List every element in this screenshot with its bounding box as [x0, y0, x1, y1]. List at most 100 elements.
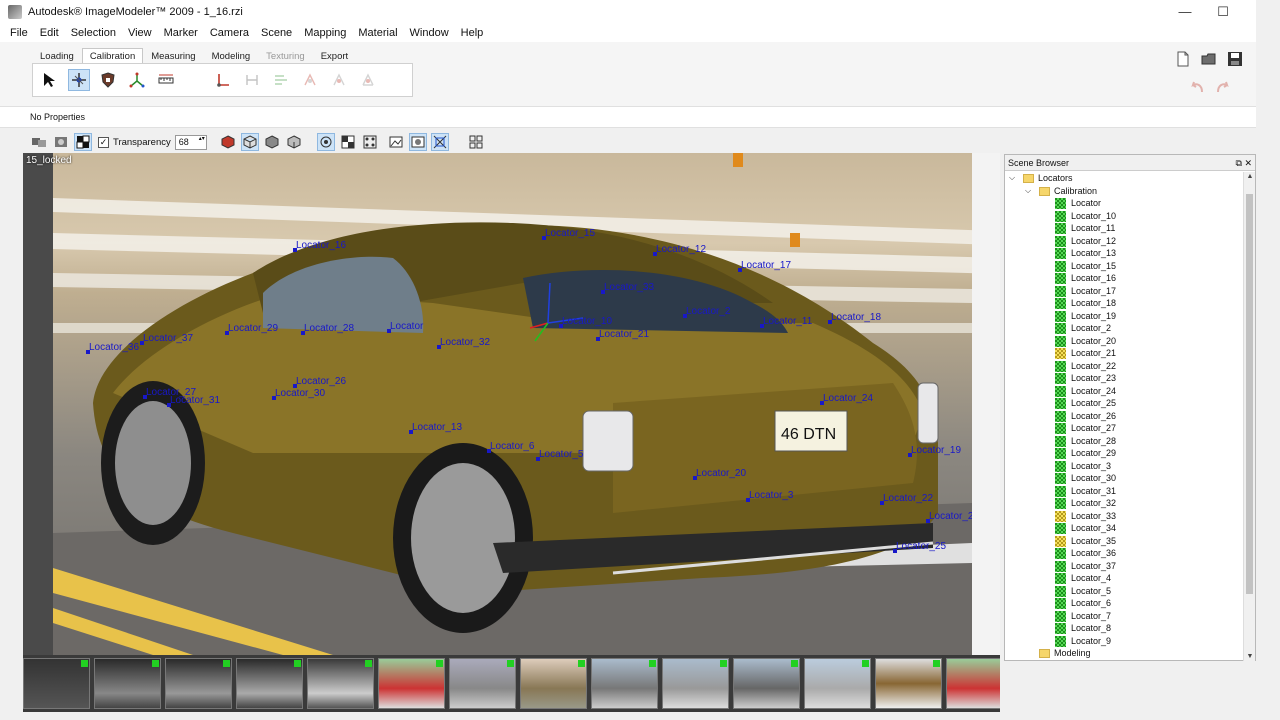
- origin-tool-icon[interactable]: [212, 69, 234, 91]
- tree-item-locator[interactable]: Locator_9: [1005, 635, 1243, 648]
- tree-item-locator[interactable]: Locator_8: [1005, 622, 1243, 635]
- tree-item-locator[interactable]: Locator_20: [1005, 335, 1243, 348]
- tree-item-locator[interactable]: Locator_18: [1005, 297, 1243, 310]
- locator-28-marker[interactable]: Locator_28: [300, 323, 354, 335]
- close-panel-icon[interactable]: ✕: [1244, 158, 1252, 168]
- locator-5-marker[interactable]: Locator_5: [535, 449, 583, 461]
- locator-21-marker[interactable]: Locator_21: [595, 329, 649, 341]
- scene-browser-scrollbar[interactable]: ▲ ▼: [1243, 172, 1255, 661]
- tree-item-locator[interactable]: Locator_15: [1005, 260, 1243, 273]
- menu-selection[interactable]: Selection: [65, 27, 122, 39]
- wireframe-view-icon[interactable]: [240, 133, 259, 151]
- filmstrip-thumb[interactable]: [733, 658, 800, 709]
- tree-item-locator[interactable]: Locator: [1005, 197, 1243, 210]
- filmstrip-thumb[interactable]: [804, 658, 871, 709]
- tree-item-locator[interactable]: Locator_16: [1005, 272, 1243, 285]
- tree-item-locator[interactable]: Locator_36: [1005, 547, 1243, 560]
- scroll-thumb[interactable]: [1246, 194, 1253, 594]
- locator-20-marker[interactable]: Locator_20: [692, 468, 746, 480]
- transparency-checkbox[interactable]: ✓: [98, 136, 109, 148]
- tree-item-locator[interactable]: Locator_28: [1005, 435, 1243, 448]
- locator-31-marker[interactable]: Locator_31: [166, 395, 220, 407]
- tree-item-locator[interactable]: Locator_2: [1005, 322, 1243, 335]
- locator-16-marker[interactable]: Locator_16: [292, 240, 346, 252]
- locator-display-icon[interactable]: [316, 133, 335, 151]
- filmstrip-thumb[interactable]: [94, 658, 161, 709]
- locator-17-marker[interactable]: Locator_17: [737, 260, 791, 272]
- locator-marker[interactable]: Locator: [386, 321, 423, 333]
- menu-material[interactable]: Material: [352, 27, 403, 39]
- tab-measuring[interactable]: Measuring: [143, 48, 203, 64]
- tree-item-locator[interactable]: Locator_3: [1005, 460, 1243, 473]
- tree-item-locator[interactable]: Locator_21: [1005, 347, 1243, 360]
- chevron-down-icon[interactable]: ⌵: [1025, 185, 1031, 198]
- scroll-up-icon[interactable]: ▲: [1244, 173, 1256, 180]
- tree-item-locator[interactable]: Locator_7: [1005, 610, 1243, 623]
- shaded-view-icon[interactable]: [219, 133, 237, 151]
- constraint-a-icon[interactable]: [299, 69, 321, 91]
- tree-item-locator[interactable]: Locator_26: [1005, 410, 1243, 423]
- image-overlay-icon[interactable]: [408, 133, 427, 151]
- tree-item-locator[interactable]: Locator_30: [1005, 472, 1243, 485]
- filmstrip-thumb[interactable]: [875, 658, 942, 709]
- menu-scene[interactable]: Scene: [255, 27, 298, 39]
- tree-item-locator[interactable]: Locator_17: [1005, 285, 1243, 298]
- tree-item-locator[interactable]: Locator_34: [1005, 522, 1243, 535]
- tree-item-locator[interactable]: Locator_12: [1005, 235, 1243, 248]
- filmstrip-thumb[interactable]: [23, 658, 90, 709]
- locator-23-marker[interactable]: Locator_23: [925, 511, 972, 523]
- filmstrip-thumb[interactable]: [946, 658, 1000, 709]
- locator-32-marker[interactable]: Locator_32: [436, 337, 490, 349]
- locator-15-marker[interactable]: Locator_15: [541, 228, 595, 240]
- select-arrow-icon[interactable]: [39, 69, 61, 91]
- locator-tool-icon[interactable]: [68, 69, 90, 91]
- tree-item-locator[interactable]: Locator_31: [1005, 485, 1243, 498]
- contrast-toggle-icon[interactable]: [74, 133, 92, 151]
- locator-29-marker[interactable]: Locator_29: [224, 323, 278, 335]
- tree-item-locator[interactable]: Locator_37: [1005, 560, 1243, 573]
- pin-panel-icon[interactable]: ⧉: [1236, 158, 1242, 168]
- filmstrip-thumb[interactable]: [165, 658, 232, 709]
- tab-loading[interactable]: Loading: [32, 48, 82, 64]
- tab-modeling[interactable]: Modeling: [204, 48, 259, 64]
- tree-item-locator[interactable]: Locator_4: [1005, 572, 1243, 585]
- filmstrip-thumb[interactable]: [449, 658, 516, 709]
- locator-18-marker[interactable]: Locator_18: [827, 312, 881, 324]
- menu-mapping[interactable]: Mapping: [298, 27, 352, 39]
- scroll-down-icon[interactable]: ▼: [1244, 653, 1256, 660]
- filmstrip-thumb[interactable]: [378, 658, 445, 709]
- camera-sync-icon[interactable]: [30, 133, 48, 151]
- align-tool-icon[interactable]: [270, 69, 292, 91]
- tree-item-locator[interactable]: Locator_24: [1005, 385, 1243, 398]
- camera-list-icon[interactable]: [52, 133, 70, 151]
- tree-item-locator[interactable]: Locator_22: [1005, 360, 1243, 373]
- locator-26-marker[interactable]: Locator_26: [292, 376, 346, 388]
- constraint-b-icon[interactable]: [328, 69, 350, 91]
- filmstrip-thumb[interactable]: [236, 658, 303, 709]
- menu-help[interactable]: Help: [455, 27, 490, 39]
- solid-view-icon[interactable]: [263, 133, 281, 151]
- locator-12-marker[interactable]: Locator_12: [652, 244, 706, 256]
- layout-grid-icon[interactable]: [467, 133, 485, 151]
- tree-item-locator[interactable]: Locator_32: [1005, 497, 1243, 510]
- locator-13-marker[interactable]: Locator_13: [408, 422, 462, 434]
- grid-points-icon[interactable]: [361, 133, 379, 151]
- menu-marker[interactable]: Marker: [158, 27, 204, 39]
- locator-10-marker[interactable]: Locator_10: [558, 316, 612, 328]
- locator-6-marker[interactable]: Locator_6: [486, 441, 534, 453]
- tree-item-locator[interactable]: Locator_23: [1005, 372, 1243, 385]
- menu-camera[interactable]: Camera: [204, 27, 255, 39]
- locator-36-marker[interactable]: Locator_36: [85, 342, 139, 354]
- tree-item-locator[interactable]: Locator_13: [1005, 247, 1243, 260]
- transparency-spinner[interactable]: 68: [174, 134, 207, 150]
- menu-view[interactable]: View: [122, 27, 158, 39]
- redo-icon[interactable]: [1212, 76, 1234, 98]
- constraint-c-icon[interactable]: [357, 69, 379, 91]
- axis-tool-icon[interactable]: [126, 69, 148, 91]
- open-folder-icon[interactable]: [1198, 48, 1220, 70]
- tree-item-locator[interactable]: Locator_27: [1005, 422, 1243, 435]
- locator-33-marker[interactable]: Locator_33: [600, 282, 654, 294]
- menu-window[interactable]: Window: [404, 27, 455, 39]
- locator-11-marker[interactable]: Locator_11: [759, 316, 812, 328]
- chevron-down-icon[interactable]: ⌵: [1009, 172, 1015, 185]
